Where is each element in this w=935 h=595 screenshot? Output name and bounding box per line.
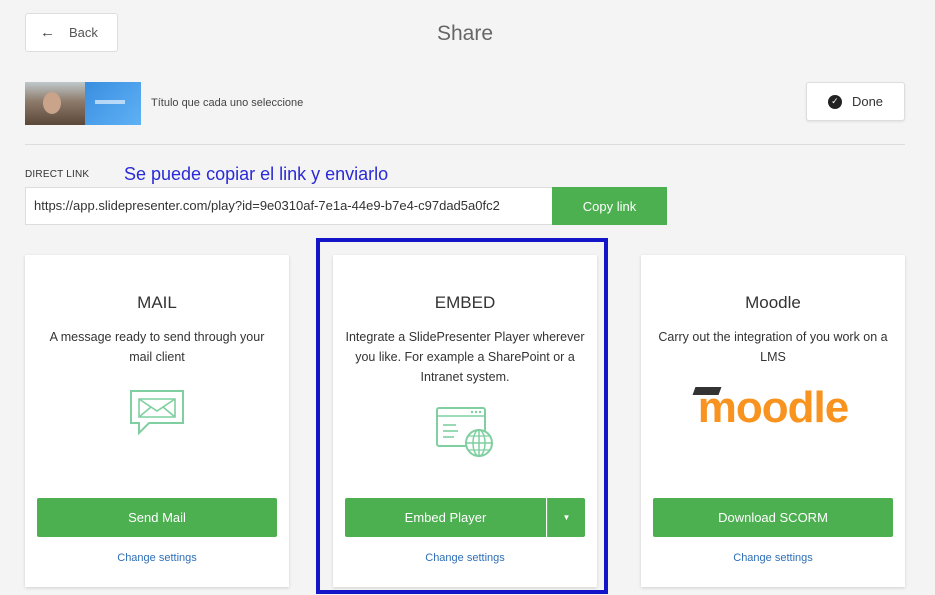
mail-card-description: A message ready to send through your mai… [49, 330, 265, 364]
presentation-thumbnail [25, 82, 141, 125]
direct-link-input[interactable]: https://app.slidepresenter.com/play?id=9… [25, 187, 552, 225]
slide-thumbnail [85, 82, 141, 125]
page-title: Share [436, 22, 494, 45]
divider [25, 144, 905, 145]
mail-change-settings-link[interactable]: Change settings [25, 552, 289, 564]
moodle-logo-text: moodle [697, 383, 849, 432]
embed-card-title: EMBED [434, 293, 496, 312]
send-mail-button[interactable]: Send Mail [37, 498, 277, 537]
annotation-text: Se puede copiar el link y enviarlo [124, 164, 389, 184]
moodle-card-title: Moodle [745, 293, 801, 312]
presentation-title: Título que cada uno seleccione [151, 97, 304, 109]
mail-chat-icon [25, 387, 289, 439]
embed-card-description: Integrate a SlidePresenter Player wherev… [345, 330, 585, 384]
mail-card-title: MAIL [137, 293, 177, 312]
check-circle-icon: ✓ [827, 94, 842, 109]
graduation-cap-icon [692, 387, 722, 395]
mail-card: MAIL A message ready to send through you… [25, 255, 289, 587]
download-scorm-button[interactable]: Download SCORM [653, 498, 893, 537]
moodle-logo: moodle [641, 383, 905, 433]
embed-change-settings-link[interactable]: Change settings [333, 552, 597, 564]
moodle-card-description: Carry out the integration of you work on… [658, 330, 888, 364]
embed-player-button[interactable]: Embed Player [345, 498, 546, 537]
moodle-change-settings-link[interactable]: Change settings [641, 552, 905, 564]
moodle-card: Moodle Carry out the integration of you … [641, 255, 905, 587]
caret-down-icon: ▼ [562, 513, 571, 522]
browser-globe-icon [333, 405, 597, 459]
copy-link-button[interactable]: Copy link [552, 187, 667, 225]
done-button[interactable]: ✓ Done [806, 82, 905, 121]
done-label: Done [851, 94, 884, 109]
embed-options-dropdown[interactable]: ▼ [547, 498, 585, 537]
presenter-video-thumbnail [25, 82, 85, 125]
direct-link-label: DIRECT LINK [25, 169, 90, 180]
embed-card: EMBED Integrate a SlidePresenter Player … [333, 255, 597, 587]
